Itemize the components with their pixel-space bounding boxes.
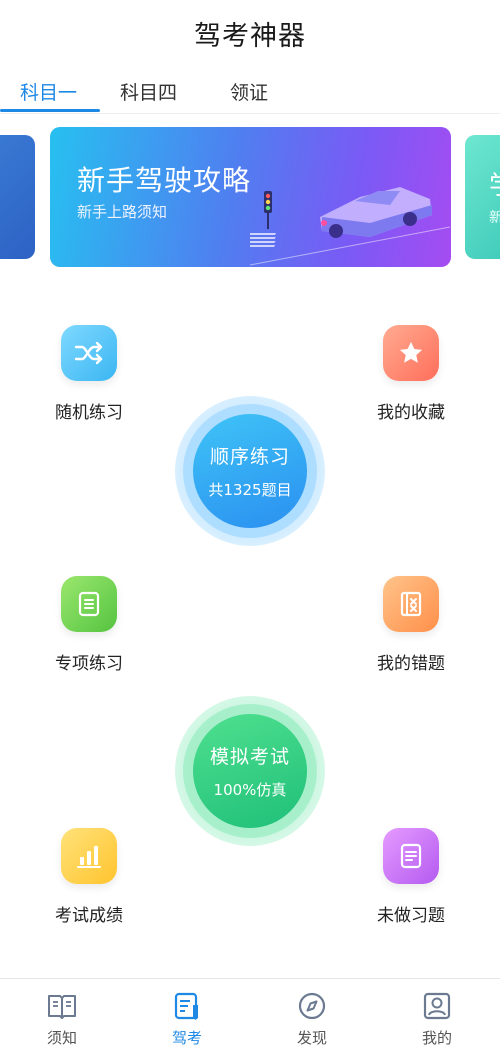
exam-scores-label: 考试成绩 — [55, 906, 123, 926]
undone-questions-label: 未做习题 — [377, 906, 445, 926]
sequential-practice-count: 共1325题目 — [208, 481, 292, 499]
banner-subtitle: 新手上路须知 — [77, 203, 168, 221]
star-icon — [383, 325, 439, 381]
mock-exam-title: 模拟考试 — [209, 746, 290, 768]
banner-prev-card[interactable] — [0, 135, 35, 259]
nav-label-discover: 发现 — [296, 1029, 327, 1047]
document-icon — [383, 828, 439, 884]
my-favorites-button[interactable]: 我的收藏 — [351, 325, 471, 423]
next-banner-subtitle: 新 — [489, 210, 500, 226]
my-mistakes-button[interactable]: 我的错题 — [351, 576, 471, 674]
random-practice-label: 随机练习 — [55, 403, 123, 423]
nav-item-driving-test[interactable]: 驾考 — [137, 991, 237, 1048]
banner-next-card[interactable]: 学 新 — [465, 135, 500, 259]
nav-item-profile[interactable]: 我的 — [387, 991, 487, 1048]
app-header: 驾考神器 — [0, 0, 500, 66]
bottom-nav: 须知 驾考 发现 我的 — [0, 978, 500, 1055]
topic-practice-button[interactable]: 专项练习 — [29, 576, 149, 674]
nav-label-profile: 我的 — [421, 1029, 452, 1047]
my-favorites-label: 我的收藏 — [377, 403, 445, 423]
random-practice-button[interactable]: 随机练习 — [29, 325, 149, 423]
tab-subject-one[interactable]: 科目一 — [20, 78, 77, 105]
nav-label-driving-test: 驾考 — [171, 1029, 202, 1047]
quiz-pen-icon — [171, 991, 203, 1021]
bar-chart-icon — [61, 828, 117, 884]
my-mistakes-label: 我的错题 — [377, 654, 445, 674]
book-icon — [46, 991, 78, 1021]
banner-title: 新手驾驶攻略 — [77, 164, 252, 197]
shuffle-icon — [61, 325, 117, 381]
profile-icon — [421, 991, 453, 1021]
mistake-book-icon — [383, 576, 439, 632]
next-banner-title: 学 — [489, 165, 500, 202]
exam-scores-button[interactable]: 考试成绩 — [29, 828, 149, 926]
subject-tabs: 科目一 科目四 领证 — [0, 66, 500, 114]
banner-driving-guide[interactable]: 新手驾驶攻略 新手上路须知 — [50, 127, 451, 267]
mock-exam-button[interactable]: 模拟考试 100%仿真 — [175, 696, 325, 846]
tab-license[interactable]: 领证 — [230, 78, 268, 105]
active-tab-indicator — [0, 109, 100, 112]
sequential-practice-title: 顺序练习 — [209, 446, 290, 468]
sequential-practice-button[interactable]: 顺序练习 共1325题目 — [175, 396, 325, 546]
undone-questions-button[interactable]: 未做习题 — [351, 828, 471, 926]
tab-subject-four[interactable]: 科目四 — [120, 78, 177, 105]
nav-item-notice[interactable]: 须知 — [12, 991, 112, 1048]
mock-exam-subtitle: 100%仿真 — [213, 781, 287, 799]
nav-item-discover[interactable]: 发现 — [262, 991, 362, 1048]
car-illustration-icon — [250, 187, 450, 266]
page-title: 驾考神器 — [194, 20, 306, 52]
topic-practice-label: 专项练习 — [55, 654, 123, 674]
banner-carousel[interactable]: 新手驾驶攻略 新手上路须知 新 — [0, 127, 500, 267]
nav-label-notice: 须知 — [46, 1029, 77, 1047]
scroll-list-icon — [61, 576, 117, 632]
compass-icon — [296, 991, 328, 1021]
